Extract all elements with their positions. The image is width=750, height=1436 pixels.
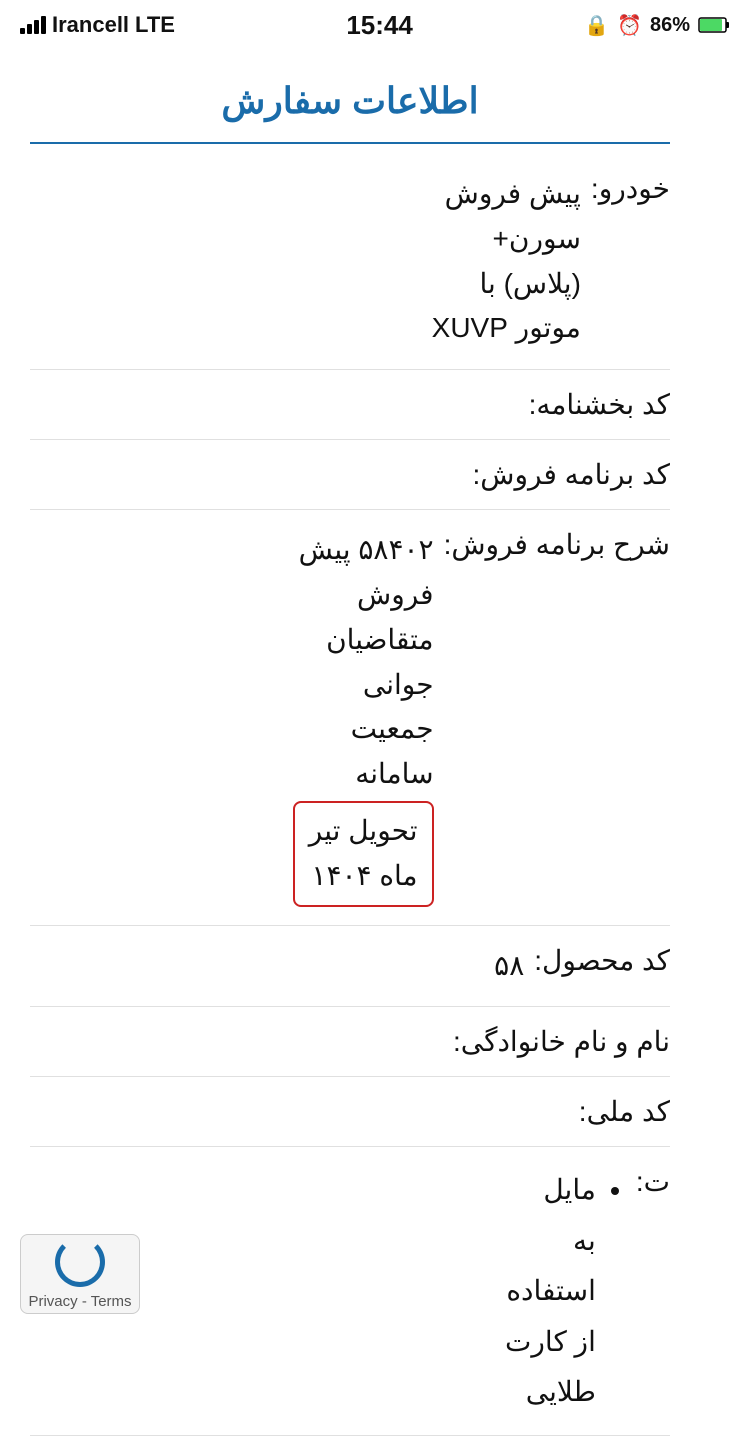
value-product-code: ۵۸ bbox=[30, 944, 524, 989]
status-right: 🔒 ⏰ 86% bbox=[584, 13, 730, 38]
label-national-id: کد ملی: bbox=[569, 1095, 670, 1128]
page-title: اطلاعات سفارش bbox=[30, 50, 670, 144]
recaptcha-badge: Privacy - Terms bbox=[20, 1234, 140, 1314]
main-content: اطلاعات سفارش خودرو: پیش فروشسورن+(پلاس)… bbox=[0, 50, 750, 1436]
row-national-id: کد ملی: bbox=[30, 1077, 670, 1147]
label-full-name: نام و نام خانوادگی: bbox=[443, 1025, 670, 1058]
label-vehicle: خودرو: bbox=[581, 172, 670, 205]
row-sales-program-code: کد برنامه فروش: bbox=[30, 440, 670, 510]
row-vehicle: خودرو: پیش فروشسورن+(پلاس) باموتور XUVP bbox=[30, 154, 670, 370]
recaptcha-spinner-icon bbox=[55, 1237, 105, 1287]
clock: 15:44 bbox=[346, 10, 413, 41]
row-department-code: کد بخشنامه: bbox=[30, 370, 670, 440]
label-department-code: کد بخشنامه: bbox=[519, 388, 670, 421]
alarm-icon: ⏰ bbox=[617, 13, 642, 38]
row-product-code: کد محصول: ۵۸ bbox=[30, 926, 670, 1008]
battery-percent: 86% bbox=[650, 14, 690, 37]
carrier-label: Irancell bbox=[52, 12, 129, 38]
delivery-date-box: تحویل تیرماه ۱۴۰۴ bbox=[293, 801, 434, 907]
battery-icon bbox=[698, 16, 730, 34]
network-type-label: LTE bbox=[135, 12, 175, 38]
status-left: Irancell LTE bbox=[20, 12, 175, 38]
value-sales-description: ۵۸۴۰۲ پیشفروشمتقاضیانجوانیجمعیتسامانه تح… bbox=[30, 528, 434, 906]
status-bar: Irancell LTE 15:44 🔒 ⏰ 86% bbox=[0, 0, 750, 50]
value-vehicle: پیش فروشسورن+(پلاس) باموتور XUVP bbox=[30, 172, 581, 351]
row-full-name: نام و نام خانوادگی: bbox=[30, 1007, 670, 1077]
row-sales-description: شرح برنامه فروش: ۵۸۴۰۲ پیشفروشمتقاضیانجو… bbox=[30, 510, 670, 925]
signal-icon bbox=[20, 16, 46, 34]
label-product-code: کد محصول: bbox=[524, 944, 670, 977]
label-sales-program-code: کد برنامه فروش: bbox=[463, 458, 670, 491]
lock-icon: 🔒 bbox=[584, 13, 609, 38]
label-gold-card: ت: bbox=[626, 1165, 670, 1198]
recaptcha-privacy-terms: Privacy - Terms bbox=[28, 1291, 131, 1312]
label-sales-description: شرح برنامه فروش: bbox=[434, 528, 670, 561]
